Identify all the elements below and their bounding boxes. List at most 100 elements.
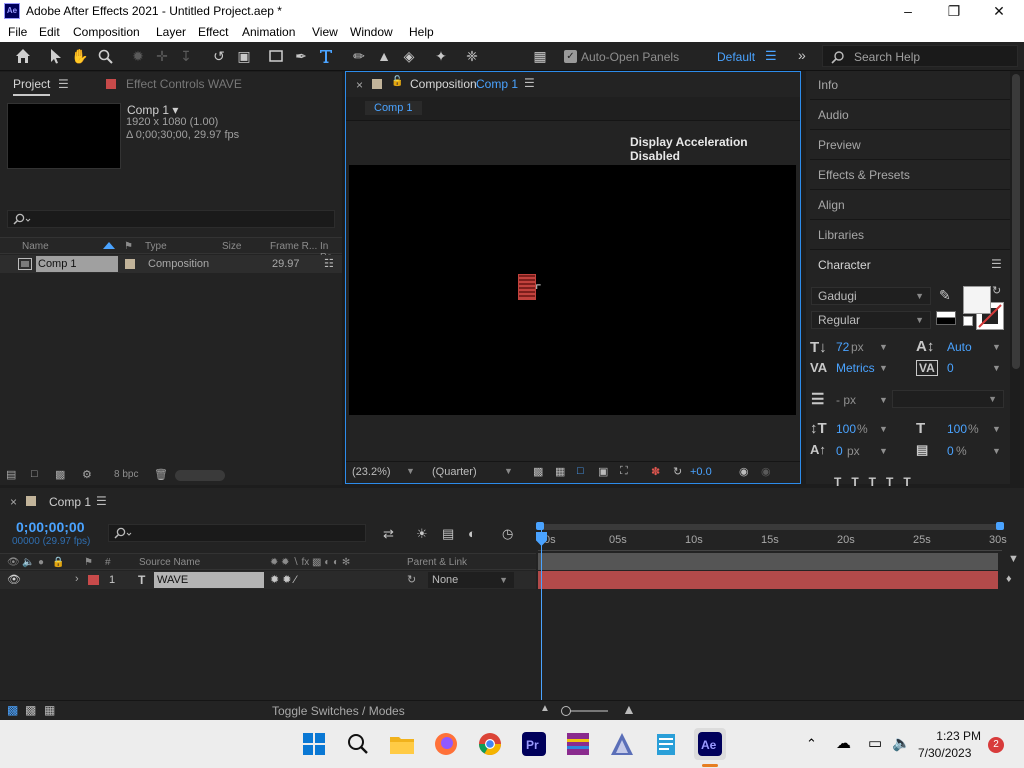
menu-edit[interactable]: Edit (39, 25, 60, 39)
composition-flowchart-icon[interactable]: ⇄ (383, 526, 394, 542)
transfer-controls-toggle-icon[interactable]: ▩ (25, 703, 36, 717)
minimize-button[interactable]: – (885, 0, 931, 22)
fill-color-swatch[interactable] (963, 286, 991, 314)
eraser-tool-icon[interactable]: ◈ (399, 46, 419, 66)
rotation-tool-icon[interactable]: ↺ (209, 46, 229, 66)
system-clock[interactable]: 1:23 PM (925, 729, 981, 743)
notepad-icon[interactable] (650, 728, 682, 760)
layer-switches-toggle-icon[interactable]: ▩ (7, 703, 18, 717)
close-composition-icon[interactable]: × (356, 78, 363, 92)
current-time-display[interactable]: 0;00;00;00 (16, 519, 85, 535)
dolly-tool-icon[interactable]: ↧ (176, 46, 196, 66)
chrome-icon[interactable] (474, 728, 506, 760)
panel-effects-presets[interactable]: Effects & Presets (810, 161, 1010, 190)
timeline-zoom-slider[interactable] (566, 710, 608, 712)
layer-label-color[interactable] (88, 575, 99, 585)
frame-blending-icon[interactable]: ◐ (468, 526, 476, 541)
project-panel-menu-icon[interactable]: ☰ (58, 77, 69, 91)
timeline-tab[interactable]: Comp 1 (49, 495, 91, 509)
zoom-tool-icon[interactable] (95, 46, 115, 66)
character-menu-icon[interactable]: ☰ (991, 257, 1002, 271)
hide-shy-layers-icon[interactable]: ▤ (442, 526, 454, 542)
baseline-shift-value[interactable]: 0 (836, 444, 843, 458)
menu-help[interactable]: Help (409, 25, 434, 39)
system-date[interactable]: 7/30/2023 (918, 746, 971, 760)
composition-tab-name[interactable]: Comp 1 (476, 77, 518, 91)
layer-name[interactable]: WAVE (154, 572, 264, 588)
zoom-in-icon[interactable]: ▲ (622, 701, 636, 717)
panel-info[interactable]: Info (810, 71, 1010, 100)
panel-toggle-icon[interactable]: ▦ (530, 46, 550, 66)
close-window-button[interactable]: ✕ (976, 0, 1022, 22)
draft-3d-icon[interactable]: ☀ (416, 526, 428, 542)
winrar-icon[interactable] (562, 728, 594, 760)
fast-previews-icon[interactable]: ▩ (533, 465, 543, 478)
composition-tab-label[interactable]: Composition (410, 77, 477, 91)
column-size[interactable]: Size (222, 241, 241, 252)
roto-brush-tool-icon[interactable]: ✦ (431, 46, 451, 66)
font-size-value[interactable]: 72 (836, 340, 849, 354)
menu-composition[interactable]: Composition (73, 25, 140, 39)
close-timeline-icon[interactable]: × (10, 495, 17, 509)
anchor-point-tool-icon[interactable]: ▣ (234, 46, 254, 66)
work-area-bar[interactable] (538, 524, 1002, 530)
exposure-value[interactable]: +0.0 (690, 466, 712, 478)
chevron-down-icon[interactable]: ▼ (879, 395, 888, 405)
menu-layer[interactable]: Layer (156, 25, 186, 39)
leading-value[interactable]: Auto (947, 340, 972, 354)
layer-switches-icons[interactable]: ✹ ✹ ⁄ (270, 573, 296, 586)
kerning-value[interactable]: Metrics (836, 361, 875, 375)
tsume-value[interactable]: 0 (947, 444, 954, 458)
chevron-down-icon[interactable]: ▼ (992, 342, 1001, 352)
stroke-style-dropdown[interactable]: ▼ (892, 390, 1004, 408)
comp-name-dropdown[interactable]: Comp 1 ▾ (127, 103, 178, 117)
motion-blur-icon[interactable]: ◷ (502, 526, 513, 542)
zoom-out-icon[interactable]: ▲ (540, 703, 550, 714)
toggle-switches-modes-button[interactable]: Toggle Switches / Modes (272, 704, 405, 718)
display-icon[interactable]: ▭ (868, 734, 882, 752)
menu-effect[interactable]: Effect (198, 25, 228, 39)
bit-depth-button[interactable]: 8 bpc (114, 469, 138, 480)
comp-end-marker-icon[interactable]: ▼ (1008, 553, 1019, 565)
column-parent-link[interactable]: Parent & Link (407, 557, 467, 568)
faux-styles-row-icon[interactable]: TTTTT (834, 475, 921, 489)
solo-icon[interactable]: ● (38, 557, 44, 568)
horizontal-scale-value[interactable]: 100 (947, 422, 967, 436)
character-panel-title[interactable]: Character (818, 258, 871, 272)
type-tool-icon[interactable] (316, 46, 336, 66)
channel-icon[interactable]: ✽ (651, 465, 660, 478)
project-item-row[interactable]: Comp 1 Composition 29.97 ☷ (0, 255, 342, 273)
font-style-dropdown[interactable]: Regular ▼ (811, 311, 931, 329)
vertical-scale-value[interactable]: 100 (836, 422, 856, 436)
reset-exposure-icon[interactable]: ↻ (673, 465, 682, 478)
eyedropper-icon[interactable]: ✎ (939, 287, 951, 304)
pen-tool-icon[interactable]: ✒ (291, 46, 311, 66)
show-snapshot-icon[interactable]: ◉ (761, 465, 771, 478)
layer-number-column-icon[interactable]: # (105, 557, 111, 568)
column-frame-rate[interactable]: Frame R... (270, 241, 317, 252)
work-area-start-handle[interactable] (536, 522, 544, 530)
layer-duration-bar[interactable] (538, 571, 998, 589)
in-out-toggle-icon[interactable]: ▦ (44, 703, 55, 717)
tab-effect-controls[interactable]: Effect Controls WAVE (126, 77, 242, 91)
panel-audio[interactable]: Audio (810, 101, 1010, 130)
resolution-dropdown[interactable]: (Quarter) ▼ (432, 466, 518, 481)
timeline-search-input[interactable] (108, 524, 366, 542)
workspace-default[interactable]: Default (717, 50, 755, 64)
switches-column-icons[interactable]: ✹ ✹ ∖ fx ▩ ◐ ◐ ✻ (270, 557, 350, 568)
layer-visibility-icon[interactable]: 👁 (7, 573, 21, 586)
volume-icon[interactable]: 🔈 (892, 734, 911, 752)
label-column-icon[interactable]: ⚑ (84, 557, 93, 568)
flowchart-icon[interactable]: ☷ (324, 257, 334, 270)
show-hidden-icons-icon[interactable]: ⌃ (806, 736, 817, 752)
project-horizontal-scrollbar[interactable] (175, 470, 225, 481)
search-icon[interactable] (342, 728, 374, 760)
work-area-end-handle[interactable] (996, 522, 1004, 530)
magnification-dropdown[interactable]: (23.2%) ▼ (352, 466, 418, 481)
network-icon[interactable]: ☁ (836, 734, 851, 752)
chevron-down-icon[interactable]: ▼ (992, 446, 1001, 456)
label-column-icon[interactable]: ⚑ (124, 241, 133, 252)
after-effects-taskbar-icon[interactable]: Ae (694, 728, 726, 760)
composition-viewer[interactable]: ⌜ (349, 165, 796, 415)
column-type[interactable]: Type (145, 241, 167, 252)
